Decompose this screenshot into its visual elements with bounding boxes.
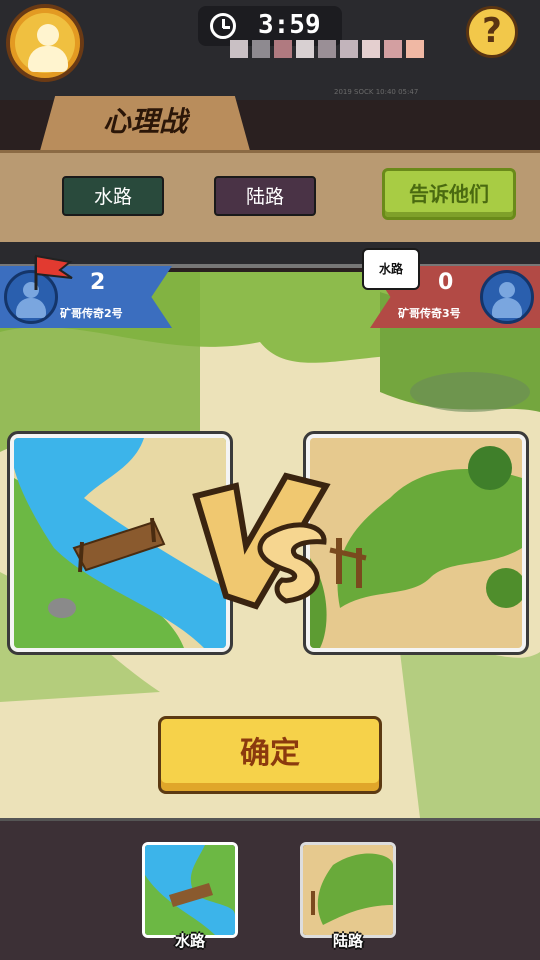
- blurred-pixel: [362, 40, 380, 58]
- water-route-thumb-image: [145, 845, 235, 935]
- user-body-icon: [16, 298, 46, 318]
- mode-title: 心理战: [102, 105, 187, 138]
- water-thumb-label: 水路: [174, 932, 205, 950]
- avatar-body-icon: [28, 46, 68, 72]
- alarm-clock-icon: [210, 13, 236, 39]
- water-route-button[interactable]: 水路: [62, 176, 164, 216]
- blurred-text: 2019 SOCK 10:40 05:47: [334, 88, 419, 96]
- blurred-pixel: [340, 40, 358, 58]
- land-route-thumbnail[interactable]: [300, 842, 396, 938]
- left-player-name: 矿哥传奇2号: [60, 307, 123, 320]
- user-body-icon: [492, 298, 522, 318]
- tell-them-button[interactable]: 告诉他们: [382, 168, 516, 220]
- timer-value: 3:59: [258, 10, 321, 40]
- land-route-thumb-image: [303, 845, 393, 935]
- blurred-pixel: [384, 40, 402, 58]
- avatar-head-icon: [37, 24, 59, 46]
- help-button[interactable]: ?: [466, 6, 518, 58]
- confirm-button[interactable]: 确定: [158, 716, 382, 794]
- blurred-pixel: [406, 40, 424, 58]
- blurred-pixel: [252, 40, 270, 58]
- blurred-pixel: [274, 40, 292, 58]
- versus-emblem-icon: [192, 472, 331, 610]
- profile-avatar-button[interactable]: [6, 4, 84, 82]
- land-route-button[interactable]: 陆路: [214, 176, 316, 216]
- land-route-card[interactable]: [303, 431, 529, 655]
- water-route-thumbnail[interactable]: [142, 842, 238, 938]
- right-player-avatar: [480, 270, 534, 324]
- red-flag-icon: [34, 254, 73, 290]
- land-route-illustration: [310, 438, 522, 648]
- right-player-score: 0: [438, 270, 454, 295]
- panel-divider: [0, 242, 540, 268]
- land-thumb-label: 陆路: [332, 932, 363, 950]
- right-player-choice-bubble: 水路: [362, 248, 420, 290]
- blurred-pixel: [318, 40, 336, 58]
- blurred-pixel: [230, 40, 248, 58]
- left-player-score: 2: [90, 270, 106, 295]
- blurred-pixel: [296, 40, 314, 58]
- bottom-bar: [0, 818, 540, 960]
- right-player-name: 矿哥传奇3号: [398, 307, 461, 320]
- user-head-icon: [499, 282, 515, 298]
